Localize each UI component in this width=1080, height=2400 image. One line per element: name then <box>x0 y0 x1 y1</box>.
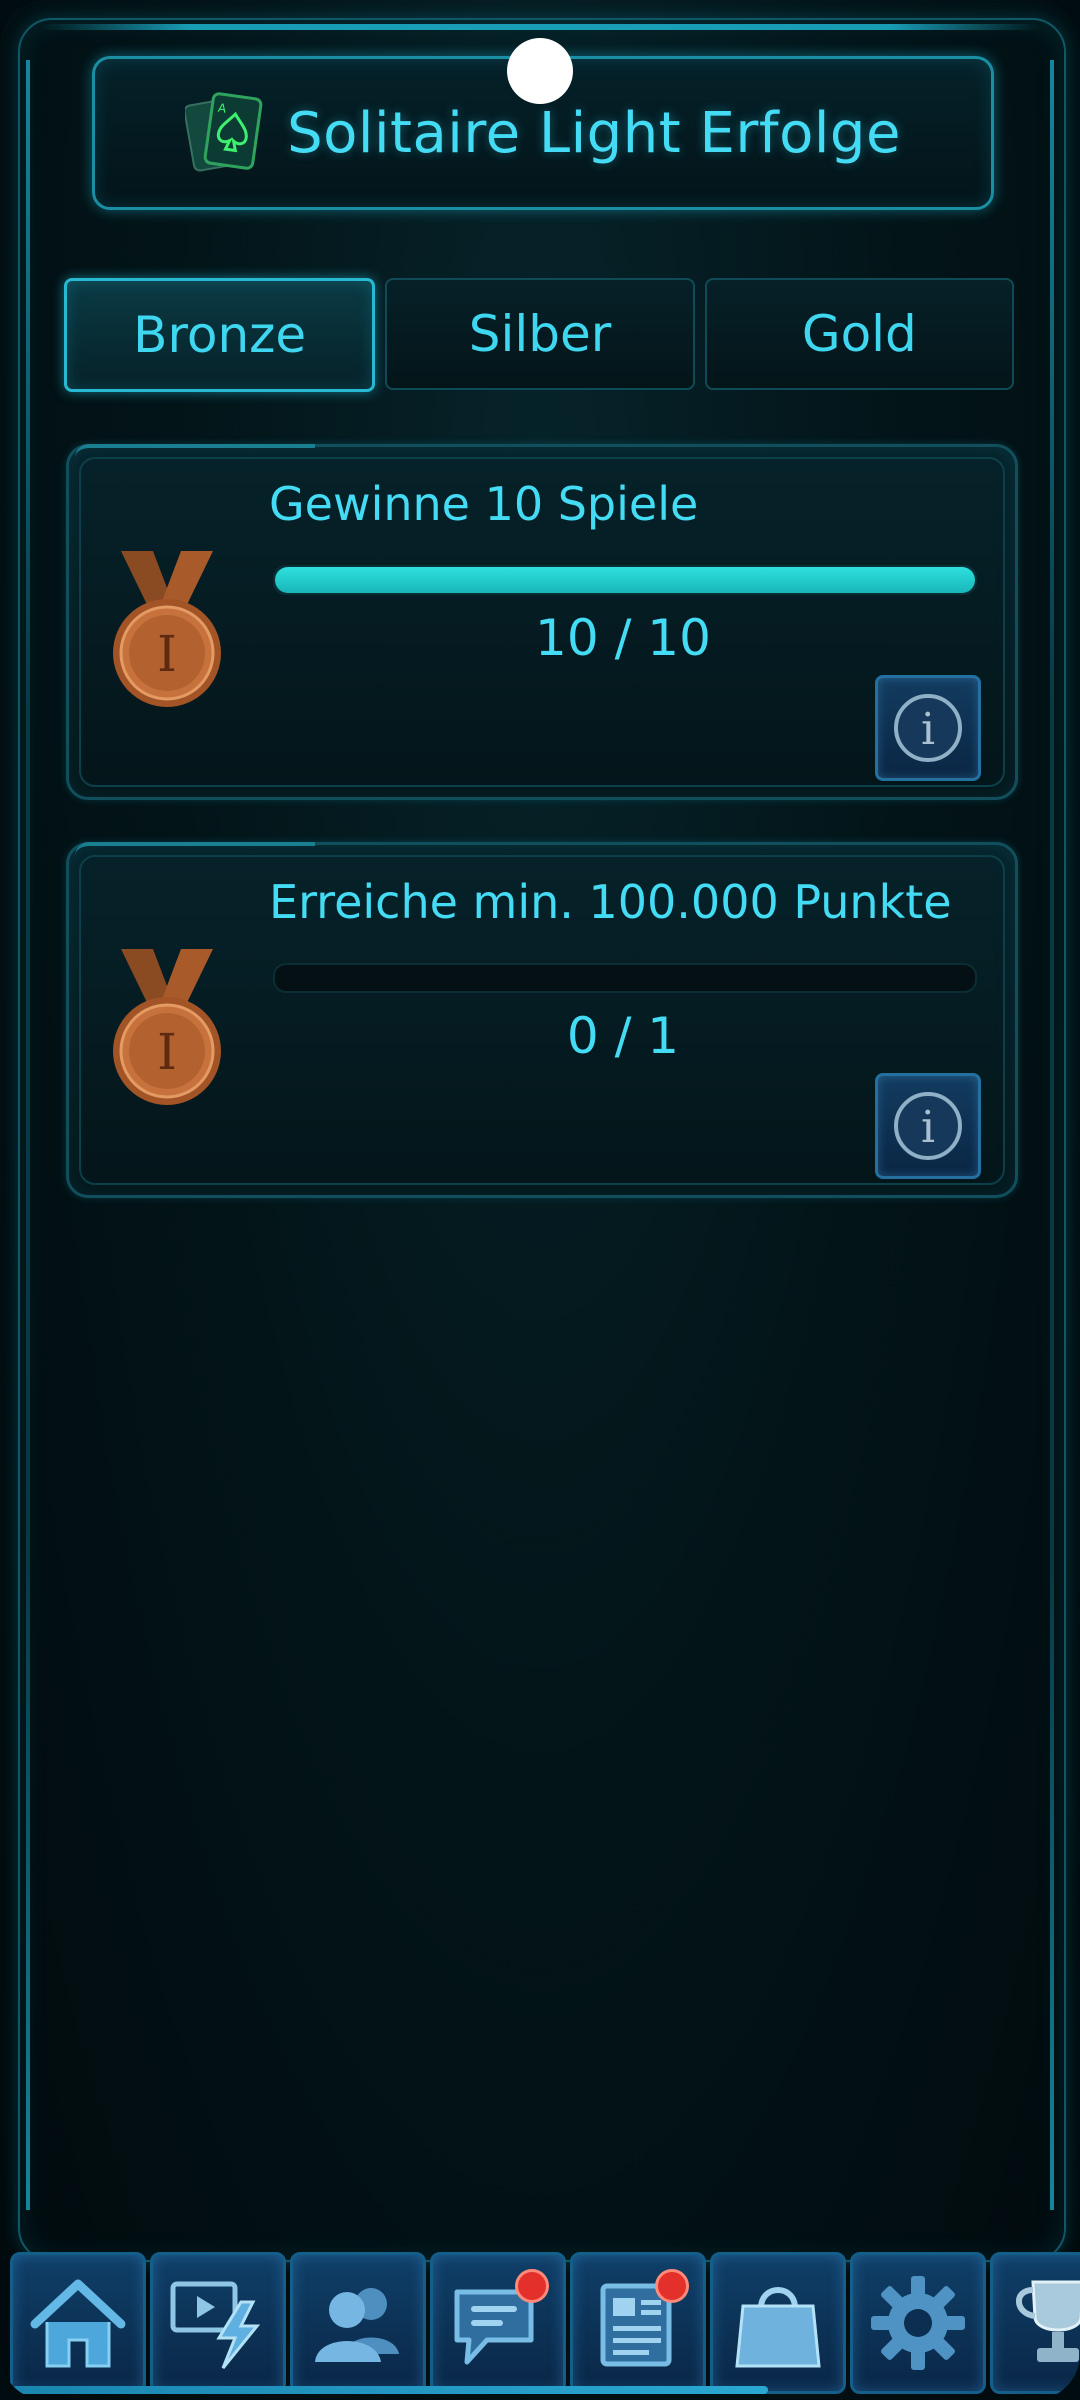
frame-right-glow <box>1050 60 1054 2210</box>
nav-chat-button[interactable] <box>430 2252 566 2394</box>
settings-gear-icon <box>871 2276 965 2370</box>
achievement-title: Gewinne 10 Spiele <box>269 477 699 531</box>
frame-left-glow <box>26 60 30 2210</box>
info-icon: i <box>894 1092 962 1160</box>
bottom-navigation <box>10 2252 1080 2394</box>
progress-count: 0 / 1 <box>566 1007 680 1065</box>
nav-achievements-button[interactable] <box>990 2252 1080 2394</box>
info-icon: i <box>894 694 962 762</box>
nav-settings-button[interactable] <box>850 2252 986 2394</box>
progress-bar <box>273 963 977 993</box>
cards-spade-icon: A <box>183 90 265 176</box>
progress-count: 10 / 10 <box>535 609 711 667</box>
progress-fill <box>275 567 975 593</box>
achievement-card: I Gewinne 10 Spiele 10 / 10 i <box>66 444 1018 800</box>
nav-shop-button[interactable] <box>710 2252 846 2394</box>
shop-bag-icon <box>735 2287 821 2368</box>
nav-friends-button[interactable] <box>290 2252 426 2394</box>
medal-numeral: I <box>157 1023 177 1081</box>
medal-numeral: I <box>157 625 177 683</box>
bronze-medal-icon: I <box>103 547 231 717</box>
frame-glow <box>40 24 1040 30</box>
nav-home-button[interactable] <box>10 2252 146 2394</box>
home-icon <box>30 2279 126 2368</box>
camera-cutout <box>507 38 573 104</box>
info-glyph: i <box>921 1102 935 1153</box>
achievements-screen: A Solitaire Light Erfolge Bronze Silber … <box>0 0 1080 2400</box>
achievement-card: I Erreiche min. 100.000 Punkte 0 / 1 i <box>66 842 1018 1198</box>
tab-silber[interactable]: Silber <box>385 278 695 390</box>
card-notch <box>75 842 315 864</box>
info-button[interactable]: i <box>875 1073 981 1179</box>
info-glyph: i <box>921 704 935 755</box>
nav-news-button[interactable] <box>570 2252 706 2394</box>
nav-scroll-indicator <box>12 2386 768 2394</box>
tab-gold[interactable]: Gold <box>704 278 1014 390</box>
page-title: Solitaire Light Erfolge <box>287 100 901 166</box>
card-notch <box>75 444 315 466</box>
trophy-icon <box>1016 2280 1080 2362</box>
bronze-medal-icon: I <box>103 945 231 1115</box>
achievement-title: Erreiche min. 100.000 Punkte <box>269 875 952 929</box>
video-lightning-icon <box>170 2281 261 2369</box>
info-button[interactable]: i <box>875 675 981 781</box>
tab-bronze[interactable]: Bronze <box>64 278 376 392</box>
notification-badge <box>515 2269 549 2303</box>
notification-badge <box>655 2269 689 2303</box>
progress-bar <box>273 565 977 595</box>
friends-icon <box>315 2288 399 2362</box>
tier-tabs: Bronze Silber Gold <box>64 278 1014 392</box>
nav-videos-button[interactable] <box>150 2252 286 2394</box>
